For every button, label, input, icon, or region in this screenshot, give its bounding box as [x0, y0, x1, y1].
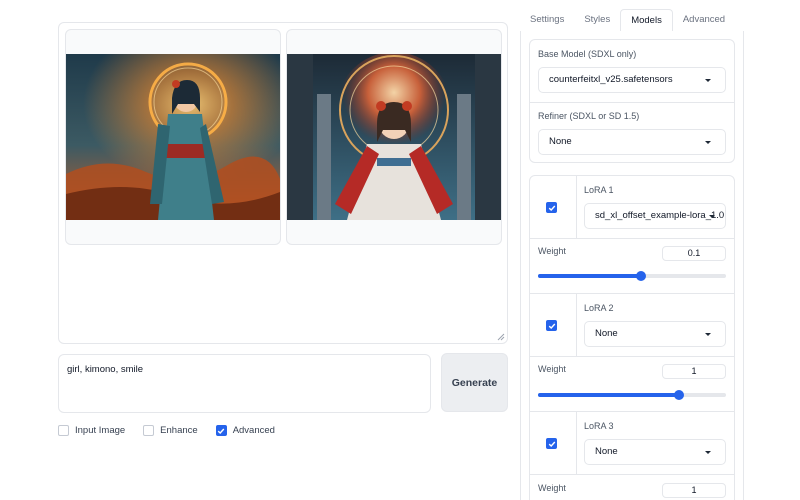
- lora-2-weight-slider[interactable]: [538, 390, 726, 400]
- lora-1-weight-slider[interactable]: [538, 271, 726, 281]
- lora-2-enable-checkbox[interactable]: [546, 320, 557, 331]
- generate-button[interactable]: Generate: [441, 353, 508, 412]
- image-gallery: [58, 22, 508, 344]
- lora-3-value: None: [595, 446, 618, 457]
- settings-tabs: Settings Styles Models Advanced: [520, 9, 744, 32]
- lora-3-weight-label: Weight: [538, 483, 566, 493]
- lora-2-value: None: [595, 328, 618, 339]
- input-image-label: Input Image: [75, 425, 126, 436]
- input-image-checkbox[interactable]: [58, 425, 69, 436]
- lora-1-weight-label: Weight: [538, 246, 566, 256]
- refiner-label: Refiner (SDXL or SD 1.5): [538, 111, 640, 121]
- lora-1-enable-checkbox[interactable]: [546, 202, 557, 213]
- enhance-option[interactable]: Enhance: [143, 425, 198, 436]
- lora-2-dropdown[interactable]: None: [584, 321, 726, 347]
- lora-3-label: LoRA 3: [584, 421, 614, 431]
- enhance-label: Enhance: [160, 425, 198, 436]
- gallery-thumbnail[interactable]: [65, 29, 281, 245]
- chevron-down-icon: [705, 79, 711, 82]
- lora-1-dropdown[interactable]: sd_xl_offset_example-lora_1.0.safetensor…: [584, 203, 726, 229]
- lora-3-dropdown[interactable]: None: [584, 439, 726, 465]
- chevron-down-icon: [705, 333, 711, 336]
- models-panel: Base Model (SDXL only) counterfeitxl_v25…: [520, 31, 744, 500]
- advanced-label: Advanced: [232, 425, 275, 436]
- refiner-dropdown[interactable]: None: [538, 129, 726, 155]
- advanced-checkbox[interactable]: [215, 425, 227, 436]
- slider-thumb[interactable]: [674, 390, 684, 400]
- input-image-option[interactable]: Input Image: [58, 425, 125, 436]
- prompt-input[interactable]: girl, kimono, smile: [58, 354, 431, 413]
- check-icon: [548, 205, 555, 211]
- check-icon: [217, 428, 225, 434]
- lora-list: LoRA 1 sd_xl_offset_example-lora_1.0.saf…: [529, 175, 735, 500]
- lora-2-weight-input[interactable]: 1: [662, 364, 726, 379]
- lora-3-weight-input[interactable]: 1: [662, 483, 726, 498]
- refiner-value: None: [549, 136, 572, 147]
- option-checkboxes: Input Image Enhance Advanced: [58, 425, 293, 436]
- tab-advanced[interactable]: Advanced: [673, 9, 735, 31]
- tab-settings[interactable]: Settings: [520, 9, 574, 31]
- check-icon: [548, 441, 555, 447]
- lora-1-weight-input[interactable]: 0.1: [662, 246, 726, 261]
- lora-3-enable-checkbox[interactable]: [546, 438, 557, 449]
- lora-1-label: LoRA 1: [584, 185, 614, 195]
- slider-thumb[interactable]: [636, 271, 647, 281]
- base-model-value: counterfeitxl_v25.safetensors: [549, 74, 673, 85]
- check-icon: [548, 323, 555, 329]
- lora-2-label: LoRA 2: [584, 303, 614, 313]
- model-selection-block: Base Model (SDXL only) counterfeitxl_v25…: [529, 39, 735, 163]
- lora-1-value: sd_xl_offset_example-lora_1.0.safetensor…: [595, 210, 726, 221]
- chevron-down-icon: [705, 141, 711, 144]
- base-model-label: Base Model (SDXL only): [538, 49, 637, 59]
- generated-image-shrine: [287, 54, 501, 220]
- tab-styles[interactable]: Styles: [574, 9, 620, 31]
- lora-2-weight-label: Weight: [538, 364, 566, 374]
- chevron-down-icon: [705, 451, 711, 454]
- generated-image-sunset: [66, 54, 280, 220]
- advanced-option[interactable]: Advanced: [215, 425, 275, 436]
- tab-models[interactable]: Models: [620, 9, 673, 32]
- base-model-dropdown[interactable]: counterfeitxl_v25.safetensors: [538, 67, 726, 93]
- resize-handle-icon[interactable]: [497, 333, 505, 341]
- enhance-checkbox[interactable]: [143, 425, 155, 436]
- gallery-thumbnail[interactable]: [286, 29, 502, 245]
- chevron-down-icon: [709, 215, 715, 218]
